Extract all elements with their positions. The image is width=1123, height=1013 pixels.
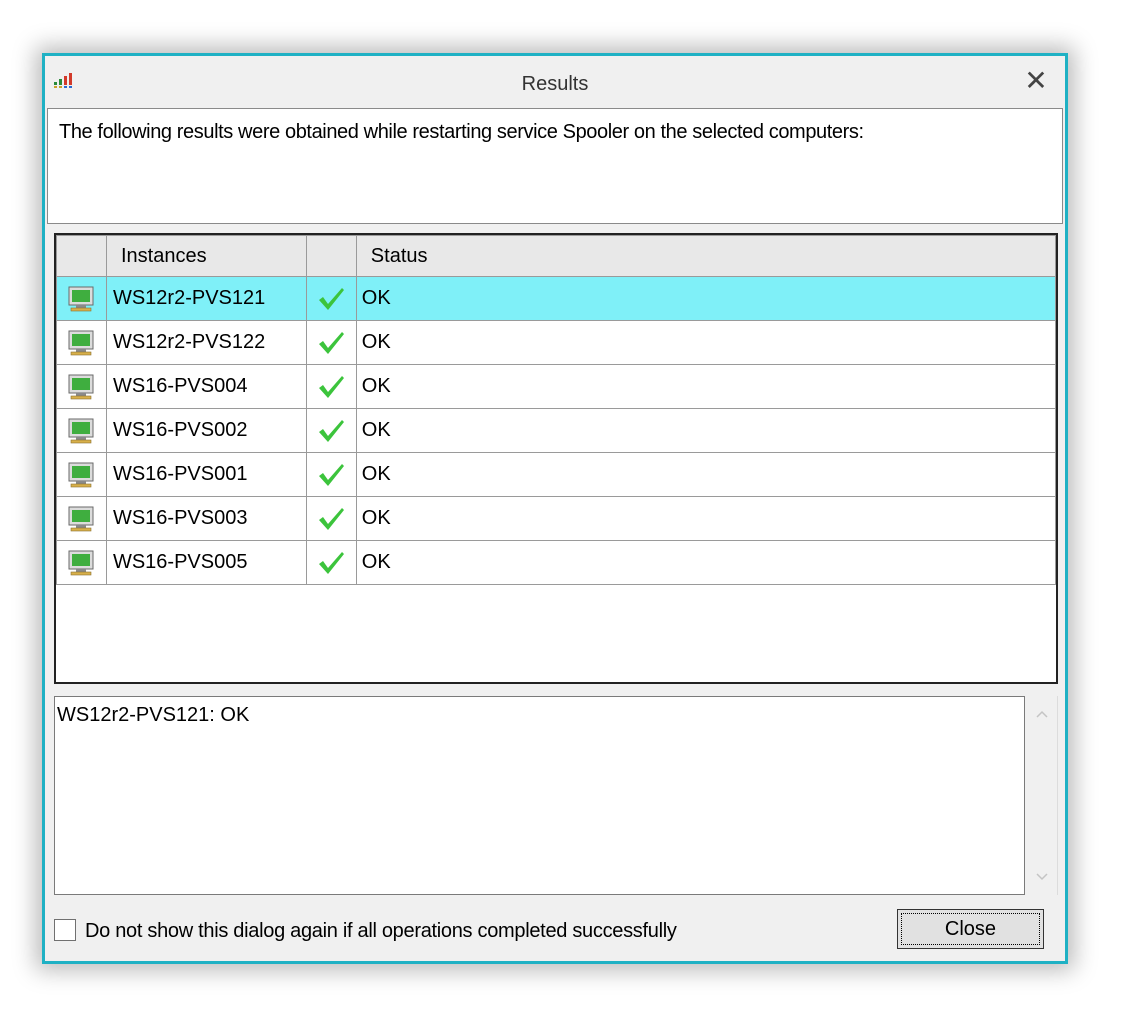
table-row[interactable]: WS16-PVS004 OK <box>56 364 1057 409</box>
status-value: OK <box>355 320 1057 365</box>
computer-icon <box>66 417 96 445</box>
instance-name: WS12r2-PVS121 <box>105 276 307 321</box>
table-row[interactable]: WS16-PVS002 OK <box>56 408 1057 453</box>
instance-name: WS16-PVS002 <box>105 408 307 453</box>
column-header-instances[interactable]: Instances <box>105 235 307 277</box>
computer-icon <box>66 373 96 401</box>
status-icon-cell <box>305 496 357 541</box>
row-icon-cell <box>56 320 107 365</box>
results-grid[interactable]: Instances Status WS12r2-PVS121 OK WS12r2-P… <box>54 233 1058 684</box>
dont-show-again-checkbox[interactable] <box>54 919 76 941</box>
computer-icon <box>66 329 96 357</box>
row-icon-cell <box>56 408 107 453</box>
checkmark-icon <box>316 418 346 444</box>
window-title: Results <box>521 73 589 95</box>
checkmark-icon <box>316 374 346 400</box>
status-value: OK <box>355 276 1057 321</box>
computer-icon <box>66 549 96 577</box>
table-row[interactable]: WS12r2-PVS122 OK <box>56 320 1057 365</box>
checkmark-icon <box>316 286 346 312</box>
header-message: The following results were obtained whil… <box>59 121 864 143</box>
table-row[interactable]: WS16-PVS005 OK <box>56 540 1057 585</box>
table-row[interactable]: WS16-PVS001 OK <box>56 452 1057 497</box>
instance-name: WS16-PVS004 <box>105 364 307 409</box>
detail-text: WS12r2-PVS121: OK <box>57 704 250 726</box>
instance-name: WS12r2-PVS122 <box>105 320 307 365</box>
column-header-status-icon[interactable] <box>305 235 357 277</box>
computer-icon <box>66 285 96 313</box>
checkmark-icon <box>316 506 346 532</box>
row-icon-cell <box>56 276 107 321</box>
status-icon-cell <box>305 540 357 585</box>
checkmark-icon <box>316 462 346 488</box>
status-value: OK <box>355 408 1057 453</box>
dont-show-again-label[interactable]: Do not show this dialog again if all ope… <box>85 920 677 943</box>
results-table: Instances Status WS12r2-PVS121 OK WS12r2-P… <box>56 235 1057 585</box>
header-message-box: The following results were obtained whil… <box>47 108 1063 224</box>
status-icon-cell <box>305 320 357 365</box>
detail-textbox[interactable]: WS12r2-PVS121: OK <box>54 696 1025 895</box>
status-icon-cell <box>305 276 357 321</box>
row-icon-cell <box>56 496 107 541</box>
checkmark-icon <box>316 330 346 356</box>
checkmark-icon <box>316 550 346 576</box>
status-icon-cell <box>305 452 357 497</box>
row-icon-cell <box>56 364 107 409</box>
instance-name: WS16-PVS005 <box>105 540 307 585</box>
row-icon-cell <box>56 540 107 585</box>
status-value: OK <box>355 364 1057 409</box>
status-value: OK <box>355 496 1057 541</box>
table-row[interactable]: WS12r2-PVS121 OK <box>56 276 1057 321</box>
scroll-down-arrow-icon[interactable] <box>1025 865 1058 889</box>
table-header-row: Instances Status <box>56 235 1057 277</box>
column-header-status[interactable]: Status <box>355 235 1057 277</box>
instance-name: WS16-PVS003 <box>105 496 307 541</box>
title-bar[interactable]: Results ✕ <box>45 56 1065 108</box>
results-dialog: Results ✕ The following results were obt… <box>42 53 1068 964</box>
computer-icon <box>66 505 96 533</box>
close-icon[interactable]: ✕ <box>1021 64 1051 98</box>
status-icon-cell <box>305 364 357 409</box>
status-value: OK <box>355 452 1057 497</box>
scroll-up-arrow-icon[interactable] <box>1025 702 1058 726</box>
close-button[interactable]: Close <box>897 909 1044 949</box>
table-row[interactable]: WS16-PVS003 OK <box>56 496 1057 541</box>
row-icon-cell <box>56 452 107 497</box>
status-icon-cell <box>305 408 357 453</box>
column-header-icon[interactable] <box>56 235 107 277</box>
instance-name: WS16-PVS001 <box>105 452 307 497</box>
computer-icon <box>66 461 96 489</box>
status-value: OK <box>355 540 1057 585</box>
detail-scrollbar[interactable] <box>1025 696 1058 895</box>
